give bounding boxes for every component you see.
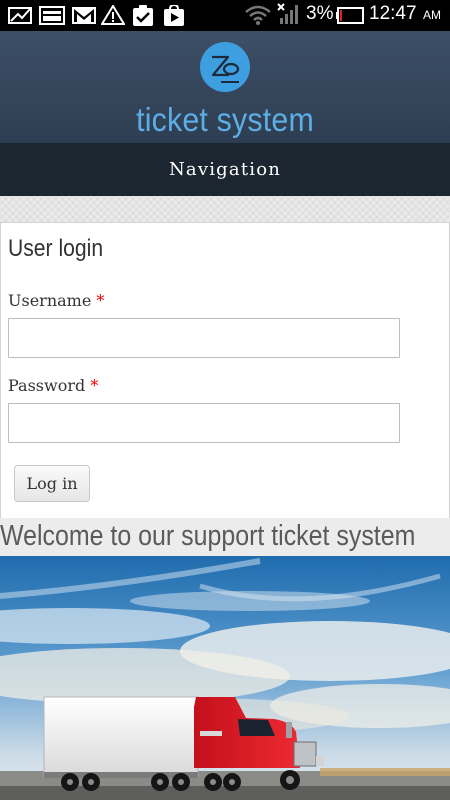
signal-icon bbox=[277, 3, 298, 24]
image-icon bbox=[39, 6, 65, 25]
welcome-banner: Welcome to our support ticket system bbox=[0, 518, 450, 556]
welcome-heading: Welcome to our support ticket system bbox=[0, 520, 416, 552]
clock: 12:47 bbox=[369, 3, 417, 24]
clock-ampm: AM bbox=[423, 8, 441, 22]
hero-truck-image bbox=[0, 556, 450, 800]
site-name[interactable]: ticket system bbox=[18, 101, 432, 139]
navigation-toggle[interactable]: Navigation bbox=[0, 143, 450, 196]
pattern-divider bbox=[0, 196, 450, 223]
status-bar: 3% 12:47 AM bbox=[0, 0, 450, 31]
user-login-block: User login Username * Password * Log in bbox=[0, 222, 450, 521]
username-label: Username * bbox=[8, 291, 104, 310]
picture-icon bbox=[8, 7, 32, 24]
play-store-icon bbox=[164, 5, 184, 26]
battery-icon bbox=[336, 7, 364, 24]
clipboard-check-icon bbox=[133, 5, 153, 26]
password-label: Password * bbox=[8, 376, 98, 395]
login-button[interactable]: Log in bbox=[14, 465, 90, 502]
username-label-text: Username bbox=[8, 291, 92, 310]
truck-illustration bbox=[0, 556, 450, 800]
gmail-icon bbox=[72, 7, 96, 24]
warning-icon bbox=[101, 5, 125, 25]
zo-logo-icon[interactable] bbox=[199, 41, 251, 93]
login-title: User login bbox=[8, 235, 104, 262]
wifi-icon bbox=[245, 5, 271, 25]
required-mark: * bbox=[96, 291, 105, 310]
password-input[interactable] bbox=[8, 403, 400, 443]
password-label-text: Password bbox=[8, 376, 86, 395]
site-header: ticket system bbox=[0, 31, 450, 143]
battery-percent: 3% bbox=[306, 3, 334, 24]
required-mark: * bbox=[90, 376, 99, 395]
username-input[interactable] bbox=[8, 318, 400, 358]
